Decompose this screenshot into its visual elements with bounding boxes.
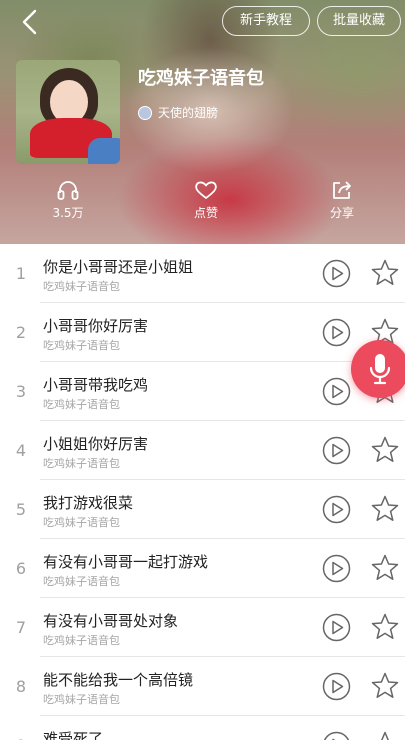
author-link[interactable]: 天使的翅膀 xyxy=(138,104,218,121)
header: 新手教程 批量收藏 吃鸡妹子语音包 天使的翅膀 3.5万 点赞 分享 xyxy=(0,0,405,244)
back-button[interactable] xyxy=(14,6,48,40)
microphone-icon xyxy=(369,354,391,385)
item-title: 难受死了 xyxy=(43,730,104,740)
like-label: 点赞 xyxy=(193,206,218,220)
play-circle-icon[interactable] xyxy=(322,613,351,642)
item-title: 能不能给我一个高倍镜 xyxy=(43,671,194,689)
list-item[interactable]: 1 你是小哥哥还是小姐姐吃鸡妹子语音包 xyxy=(0,244,405,303)
item-index: 3 xyxy=(15,382,27,401)
item-title: 小哥哥你好厉害 xyxy=(43,317,149,335)
headphones-icon xyxy=(57,181,79,200)
item-title: 有没有小哥哥处对象 xyxy=(43,612,179,630)
item-title: 有没有小哥哥一起打游戏 xyxy=(43,553,209,571)
item-subtitle: 吃鸡妹子语音包 xyxy=(43,575,120,588)
star-icon[interactable] xyxy=(370,612,400,642)
item-index: 5 xyxy=(15,500,27,519)
play-circle-icon[interactable] xyxy=(322,495,351,524)
item-subtitle: 吃鸡妹子语音包 xyxy=(43,398,120,411)
item-index: 9 xyxy=(12,736,30,740)
star-icon[interactable] xyxy=(370,435,400,465)
voice-pack-detail-page: 新手教程 批量收藏 吃鸡妹子语音包 天使的翅膀 3.5万 点赞 分享 1 你是小… xyxy=(0,0,405,740)
list-item[interactable]: 4 小姐姐你好厉害吃鸡妹子语音包 xyxy=(0,421,405,480)
play-circle-icon[interactable] xyxy=(322,554,351,583)
list-item[interactable]: 3 小哥哥带我吃鸡吃鸡妹子语音包 xyxy=(0,362,405,421)
star-icon[interactable] xyxy=(370,730,400,740)
heart-icon xyxy=(195,181,217,199)
list-item[interactable]: 2 小哥哥你好厉害吃鸡妹子语音包 xyxy=(0,303,405,362)
listen-count-button[interactable]: 3.5万 xyxy=(38,180,98,221)
item-index: 2 xyxy=(15,323,27,342)
item-subtitle: 吃鸡妹子语音包 xyxy=(43,280,120,293)
list-item[interactable]: 9 难受死了 xyxy=(0,716,405,740)
list-item[interactable]: 5 我打游戏很菜吃鸡妹子语音包 xyxy=(0,480,405,539)
listen-count: 3.5万 xyxy=(52,206,84,220)
play-circle-icon[interactable] xyxy=(322,672,351,701)
item-index: 8 xyxy=(15,677,27,696)
share-icon xyxy=(333,181,351,199)
guide-button[interactable]: 新手教程 xyxy=(222,6,310,36)
list-item[interactable]: 7 有没有小哥哥处对象吃鸡妹子语音包 xyxy=(0,598,405,657)
item-subtitle: 吃鸡妹子语音包 xyxy=(43,516,120,529)
share-button[interactable]: 分享 xyxy=(312,180,372,221)
like-button[interactable]: 点赞 xyxy=(176,180,236,221)
chevron-left-icon xyxy=(22,9,37,35)
record-mic-button[interactable] xyxy=(351,340,405,398)
star-icon[interactable] xyxy=(370,494,400,524)
author-name: 天使的翅膀 xyxy=(158,106,219,120)
item-subtitle: 吃鸡妹子语音包 xyxy=(43,457,120,470)
star-icon[interactable] xyxy=(370,258,400,288)
item-index: 1 xyxy=(15,264,27,283)
play-circle-icon[interactable] xyxy=(322,318,351,347)
item-subtitle: 吃鸡妹子语音包 xyxy=(43,634,120,647)
item-index: 7 xyxy=(15,618,27,637)
item-title: 我打游戏很菜 xyxy=(43,494,134,512)
play-circle-icon[interactable] xyxy=(322,377,351,406)
play-circle-icon[interactable] xyxy=(322,436,351,465)
pack-title: 吃鸡妹子语音包 xyxy=(138,68,264,89)
item-subtitle: 吃鸡妹子语音包 xyxy=(43,693,120,706)
share-label: 分享 xyxy=(329,206,354,220)
item-title: 小姐姐你好厉害 xyxy=(43,435,149,453)
bulk-favorite-button[interactable]: 批量收藏 xyxy=(317,6,401,36)
play-circle-icon[interactable] xyxy=(322,731,351,740)
list-item[interactable]: 8 能不能给我一个高倍镜吃鸡妹子语音包 xyxy=(0,657,405,716)
avatar xyxy=(138,105,152,120)
item-title: 小哥哥带我吃鸡 xyxy=(43,376,149,394)
item-subtitle: 吃鸡妹子语音包 xyxy=(43,339,120,352)
item-title: 你是小哥哥还是小姐姐 xyxy=(43,258,194,276)
cover-image xyxy=(16,60,120,164)
voice-list: 1 你是小哥哥还是小姐姐 吃鸡妹子语音包 2 小哥哥你好厉害 吃鸡妹子语音包 3 小哥哥带我吃… xyxy=(0,244,405,740)
list-item[interactable]: 6 有没有小哥哥一起打游戏吃鸡妹子语音包 xyxy=(0,539,405,598)
star-icon[interactable] xyxy=(370,553,400,583)
play-circle-icon[interactable] xyxy=(322,259,351,288)
item-index: 4 xyxy=(15,441,27,460)
item-index: 6 xyxy=(15,559,27,578)
star-icon[interactable] xyxy=(370,671,400,701)
